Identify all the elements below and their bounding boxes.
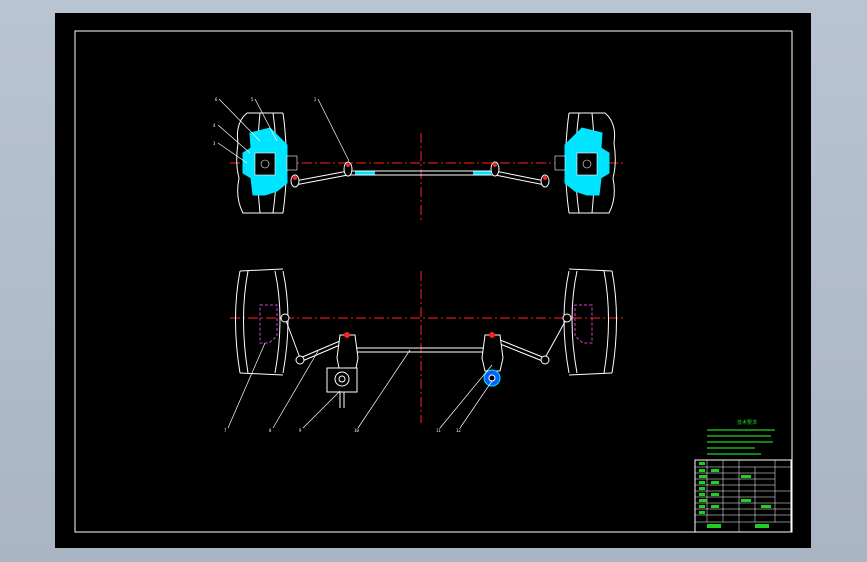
svg-text:2: 2	[314, 97, 317, 102]
svg-text:9: 9	[299, 428, 302, 433]
tech-requirements-title: 技术要求	[737, 419, 757, 426]
bottom-view: 7 8 9 10 11 12	[224, 268, 625, 433]
svg-text:12: 12	[456, 428, 461, 433]
linkage-bottom	[280, 313, 572, 408]
drawing-canvas: 6 5 4 3 2 7 8 9 10 11 12 技术要求	[74, 30, 793, 533]
left-wheel-bottom	[235, 268, 289, 376]
svg-text:11: 11	[436, 428, 441, 433]
cad-viewport[interactable]: 6 5 4 3 2 7 8 9 10 11 12 技术要求	[0, 0, 867, 562]
svg-text:3: 3	[213, 141, 216, 146]
title-block	[694, 459, 792, 533]
right-hidden-knuckle	[574, 304, 593, 344]
svg-text:5: 5	[251, 97, 254, 102]
top-view: 6 5 4 3 2	[213, 97, 625, 223]
tech-requirements: 技术要求	[707, 419, 775, 455]
drawing-sheet: 6 5 4 3 2 7 8 9 10 11 12 技术要求	[55, 13, 811, 548]
svg-text:8: 8	[269, 428, 272, 433]
right-wheel-bottom	[563, 268, 617, 376]
svg-text:4: 4	[213, 123, 216, 128]
leader-lines-bottom	[227, 342, 493, 429]
left-hidden-knuckle	[259, 304, 278, 344]
balloon-labels-bottom: 7 8 9 10 11 12	[224, 428, 461, 433]
svg-text:6: 6	[215, 97, 218, 102]
inner-frame	[74, 30, 793, 533]
tie-rod-top	[290, 161, 550, 188]
svg-text:10: 10	[354, 428, 359, 433]
right-hub-assembly	[554, 127, 610, 196]
left-hub-assembly	[242, 127, 298, 196]
svg-text:7: 7	[224, 428, 227, 433]
